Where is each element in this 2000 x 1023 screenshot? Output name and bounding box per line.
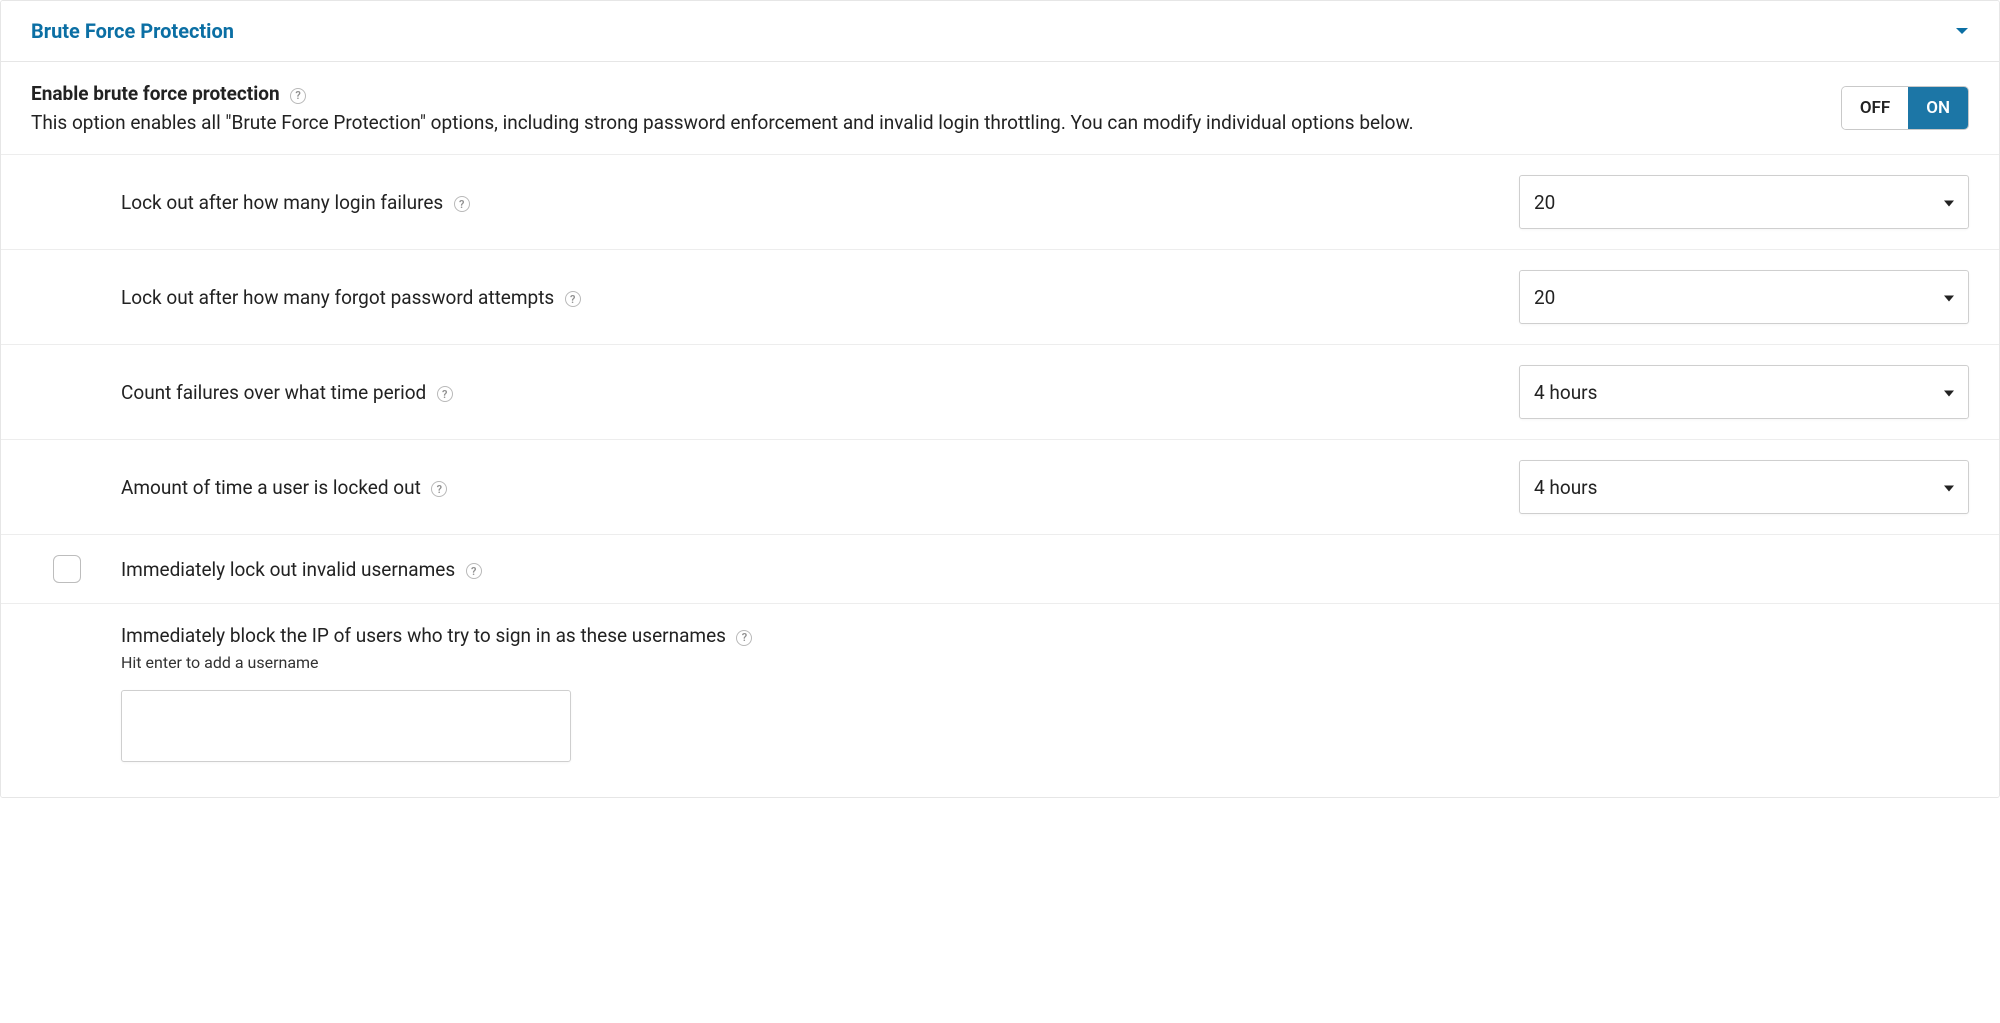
lockout-time-select[interactable]: 4 hours [1519, 460, 1969, 514]
section-header[interactable]: Brute Force Protection [1, 1, 1999, 62]
enable-description: This option enables all "Brute Force Pro… [31, 111, 1811, 134]
forgot-attempts-select[interactable]: 20 [1519, 270, 1969, 324]
help-icon[interactable]: ? [290, 88, 306, 104]
lock-invalid-usernames-label: Immediately lock out invalid usernames [121, 558, 455, 581]
help-icon[interactable]: ? [736, 630, 752, 646]
toggle-on-button[interactable]: ON [1908, 87, 1968, 129]
block-ip-label: Immediately block the IP of users who tr… [121, 624, 726, 647]
forgot-attempts-label: Lock out after how many forgot password … [121, 286, 554, 309]
lock-invalid-usernames-checkbox[interactable] [53, 555, 81, 583]
help-icon[interactable]: ? [437, 386, 453, 402]
enable-toggle: OFF ON [1841, 86, 1969, 130]
count-period-label: Count failures over what time period [121, 381, 426, 404]
count-period-select[interactable]: 4 hours [1519, 365, 1969, 419]
lockout-time-label: Amount of time a user is locked out [121, 476, 421, 499]
block-ip-row: Immediately block the IP of users who tr… [1, 604, 1999, 797]
forgot-attempts-row: Lock out after how many forgot password … [1, 250, 1999, 345]
help-icon[interactable]: ? [466, 563, 482, 579]
login-failures-select[interactable]: 20 [1519, 175, 1969, 229]
enable-row: Enable brute force protection ? This opt… [1, 62, 1999, 155]
section-title: Brute Force Protection [31, 19, 234, 43]
lock-invalid-usernames-row: Immediately lock out invalid usernames ? [1, 535, 1999, 604]
login-failures-label: Lock out after how many login failures [121, 191, 443, 214]
help-icon[interactable]: ? [454, 196, 470, 212]
block-ip-usernames-input[interactable] [121, 690, 571, 762]
toggle-off-button[interactable]: OFF [1842, 87, 1908, 129]
count-period-row: Count failures over what time period ? 4… [1, 345, 1999, 440]
chevron-down-icon [1955, 26, 1969, 36]
help-icon[interactable]: ? [565, 291, 581, 307]
block-ip-hint: Hit enter to add a username [121, 653, 1969, 672]
brute-force-panel: Brute Force Protection Enable brute forc… [0, 0, 2000, 798]
login-failures-row: Lock out after how many login failures ?… [1, 155, 1999, 250]
help-icon[interactable]: ? [431, 481, 447, 497]
lockout-time-row: Amount of time a user is locked out ? 4 … [1, 440, 1999, 535]
enable-label: Enable brute force protection [31, 82, 280, 105]
